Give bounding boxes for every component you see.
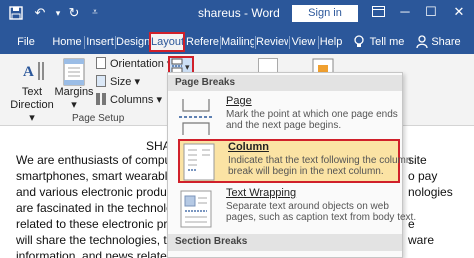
tab-help[interactable]: Help bbox=[319, 32, 343, 52]
orientation-button[interactable]: Orientation ▾ bbox=[96, 57, 172, 71]
tab-design[interactable]: Design bbox=[116, 32, 149, 52]
text-direction-icon[interactable]: A bbox=[20, 58, 46, 84]
column-break-item[interactable]: Column Indicate that the text following … bbox=[178, 139, 411, 183]
share-person-icon[interactable] bbox=[414, 32, 430, 52]
chevron-down-icon: ▾ bbox=[134, 76, 140, 88]
columns-label: Columns bbox=[110, 94, 154, 106]
page-breaks-header: Page Breaks bbox=[168, 75, 402, 91]
document-line-end: nologies bbox=[408, 185, 453, 199]
text-direction-label-line1: Text bbox=[21, 86, 43, 98]
save-icon[interactable] bbox=[8, 4, 24, 22]
document-line: and various electronic products bbox=[16, 185, 183, 199]
orientation-label: Orientation bbox=[110, 58, 164, 70]
minimize-icon[interactable]: ─ bbox=[394, 2, 416, 22]
page-break-icon bbox=[179, 99, 213, 135]
tab-mailings[interactable]: Mailing bbox=[221, 32, 254, 52]
text-wrapping-break-desc: Separate text around objects on web bbox=[226, 201, 389, 212]
section-breaks-header: Section Breaks bbox=[168, 234, 402, 251]
tab-review[interactable]: Review bbox=[256, 32, 288, 52]
document-line: We are enthusiasts of compute bbox=[16, 153, 182, 167]
maximize-icon[interactable]: ☐ bbox=[420, 2, 442, 22]
document-line: are fascinated in the technologi bbox=[16, 201, 183, 215]
chevron-down-icon: ▾ bbox=[71, 99, 77, 111]
close-icon[interactable]: ✕ bbox=[448, 2, 470, 22]
size-button[interactable]: Size ▾ bbox=[96, 75, 140, 89]
ribbon-display-options-icon[interactable] bbox=[368, 2, 388, 22]
redo-icon[interactable]: ↻ bbox=[66, 4, 82, 22]
undo-dropdown-icon[interactable]: ▾ bbox=[52, 4, 64, 22]
text-wrapping-break-title: Text Wrapping bbox=[226, 187, 297, 199]
undo-icon[interactable]: ↶ bbox=[32, 4, 48, 22]
tab-layout[interactable]: Layout bbox=[149, 32, 185, 52]
column-break-desc: Indicate that the text following the col… bbox=[228, 155, 412, 166]
orientation-icon bbox=[96, 57, 106, 69]
breaks-dropdown-menu: Page Breaks Page Mark the point at which… bbox=[167, 72, 416, 258]
size-label: Size bbox=[110, 76, 132, 88]
ribbon-tabs: File Home Insert Design Layout Referer M… bbox=[0, 27, 474, 54]
columns-icon bbox=[96, 93, 106, 105]
document-line: will share the technologies, tips bbox=[16, 233, 183, 247]
document-line-end: ware bbox=[408, 233, 435, 247]
text-wrapping-break-icon bbox=[180, 190, 212, 228]
text-direction-button[interactable]: Text Direction ▾ bbox=[8, 86, 56, 125]
title-bar: ↶ ▾ ↻ ⩡ shareus - Word Sign in ─ ☐ ✕ bbox=[0, 0, 474, 27]
margins-button[interactable]: Margins ▾ bbox=[54, 86, 94, 112]
tab-file[interactable]: File bbox=[14, 32, 38, 52]
column-break-desc: break will begin in the next column. bbox=[228, 166, 384, 177]
sign-in-button[interactable]: Sign in bbox=[292, 5, 358, 22]
text-wrapping-break-item[interactable]: Text Wrapping Separate text around objec… bbox=[171, 187, 416, 233]
page-break-item[interactable]: Page Mark the point at which one page en… bbox=[171, 95, 399, 137]
page-break-desc: Mark the point at which one page ends bbox=[226, 109, 398, 120]
size-icon bbox=[96, 75, 106, 87]
tab-home[interactable]: Home bbox=[52, 32, 82, 52]
columns-button[interactable]: Columns ▾ bbox=[96, 93, 162, 107]
svg-text:▾: ▾ bbox=[185, 62, 190, 72]
page-break-desc: and the next page begins. bbox=[226, 120, 342, 131]
column-break-title: Column bbox=[228, 141, 269, 153]
document-line: smartphones, smart wearable d bbox=[16, 169, 185, 183]
share-button[interactable]: Share bbox=[430, 32, 462, 52]
document-line: related to these electronic proc bbox=[16, 217, 181, 231]
tab-separator bbox=[84, 36, 85, 49]
page-setup-group-label: Page Setup bbox=[72, 113, 125, 124]
tab-view[interactable]: View bbox=[290, 32, 317, 52]
text-wrapping-break-desc: pages, such as caption text from body te… bbox=[226, 212, 417, 223]
tab-insert[interactable]: Insert bbox=[86, 32, 114, 52]
chevron-down-icon: ▾ bbox=[156, 94, 162, 106]
margins-icon[interactable] bbox=[61, 58, 87, 86]
customize-qat-icon[interactable]: ⩡ bbox=[88, 4, 102, 22]
page-break-title: Page bbox=[226, 95, 252, 107]
svg-text:A: A bbox=[23, 64, 34, 80]
lightbulb-icon[interactable] bbox=[350, 32, 368, 52]
column-break-icon bbox=[183, 143, 215, 181]
text-direction-label-line2: Direction ▾ bbox=[10, 99, 54, 124]
document-line: information, and news related t bbox=[16, 249, 181, 258]
tell-me-search[interactable]: Tell me bbox=[369, 32, 405, 52]
tab-references[interactable]: Referer bbox=[186, 32, 219, 52]
document-line-end: o pay bbox=[408, 169, 438, 183]
document-title: shareus - Word bbox=[198, 6, 280, 20]
margins-label: Margins bbox=[54, 86, 94, 98]
